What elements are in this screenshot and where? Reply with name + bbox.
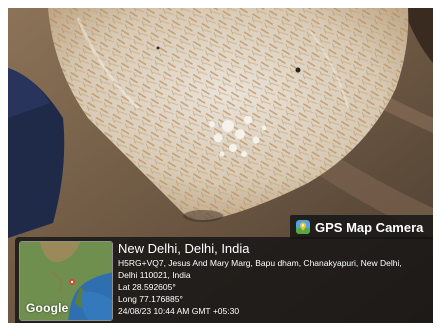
place-name: New Delhi, Delhi, India [118, 241, 250, 256]
badge-title: GPS Map Camera [315, 219, 424, 235]
latitude: Lat 28.592605° [118, 282, 176, 292]
location-info-panel: Google New Delhi, Delhi, India H5RG+VQ7,… [15, 237, 433, 323]
gps-map-camera-badge: GPS Map Camera [290, 215, 433, 239]
gps-map-camera-app-icon [296, 220, 310, 234]
map-thumbnail: Google [19, 241, 113, 321]
timestamp: 24/08/23 10:44 AM GMT +05:30 [118, 306, 240, 316]
map-provider-label: Google [26, 301, 69, 315]
longitude: Long 77.176885° [118, 294, 183, 304]
photo-frame: GPS Map Camera Google New Delhi, Delhi, … [8, 8, 433, 323]
location-details: New Delhi, Delhi, India H5RG+VQ7, Jesus … [118, 240, 424, 317]
street-address: H5RG+VQ7, Jesus And Mary Marg, Bapu dham… [118, 258, 402, 280]
